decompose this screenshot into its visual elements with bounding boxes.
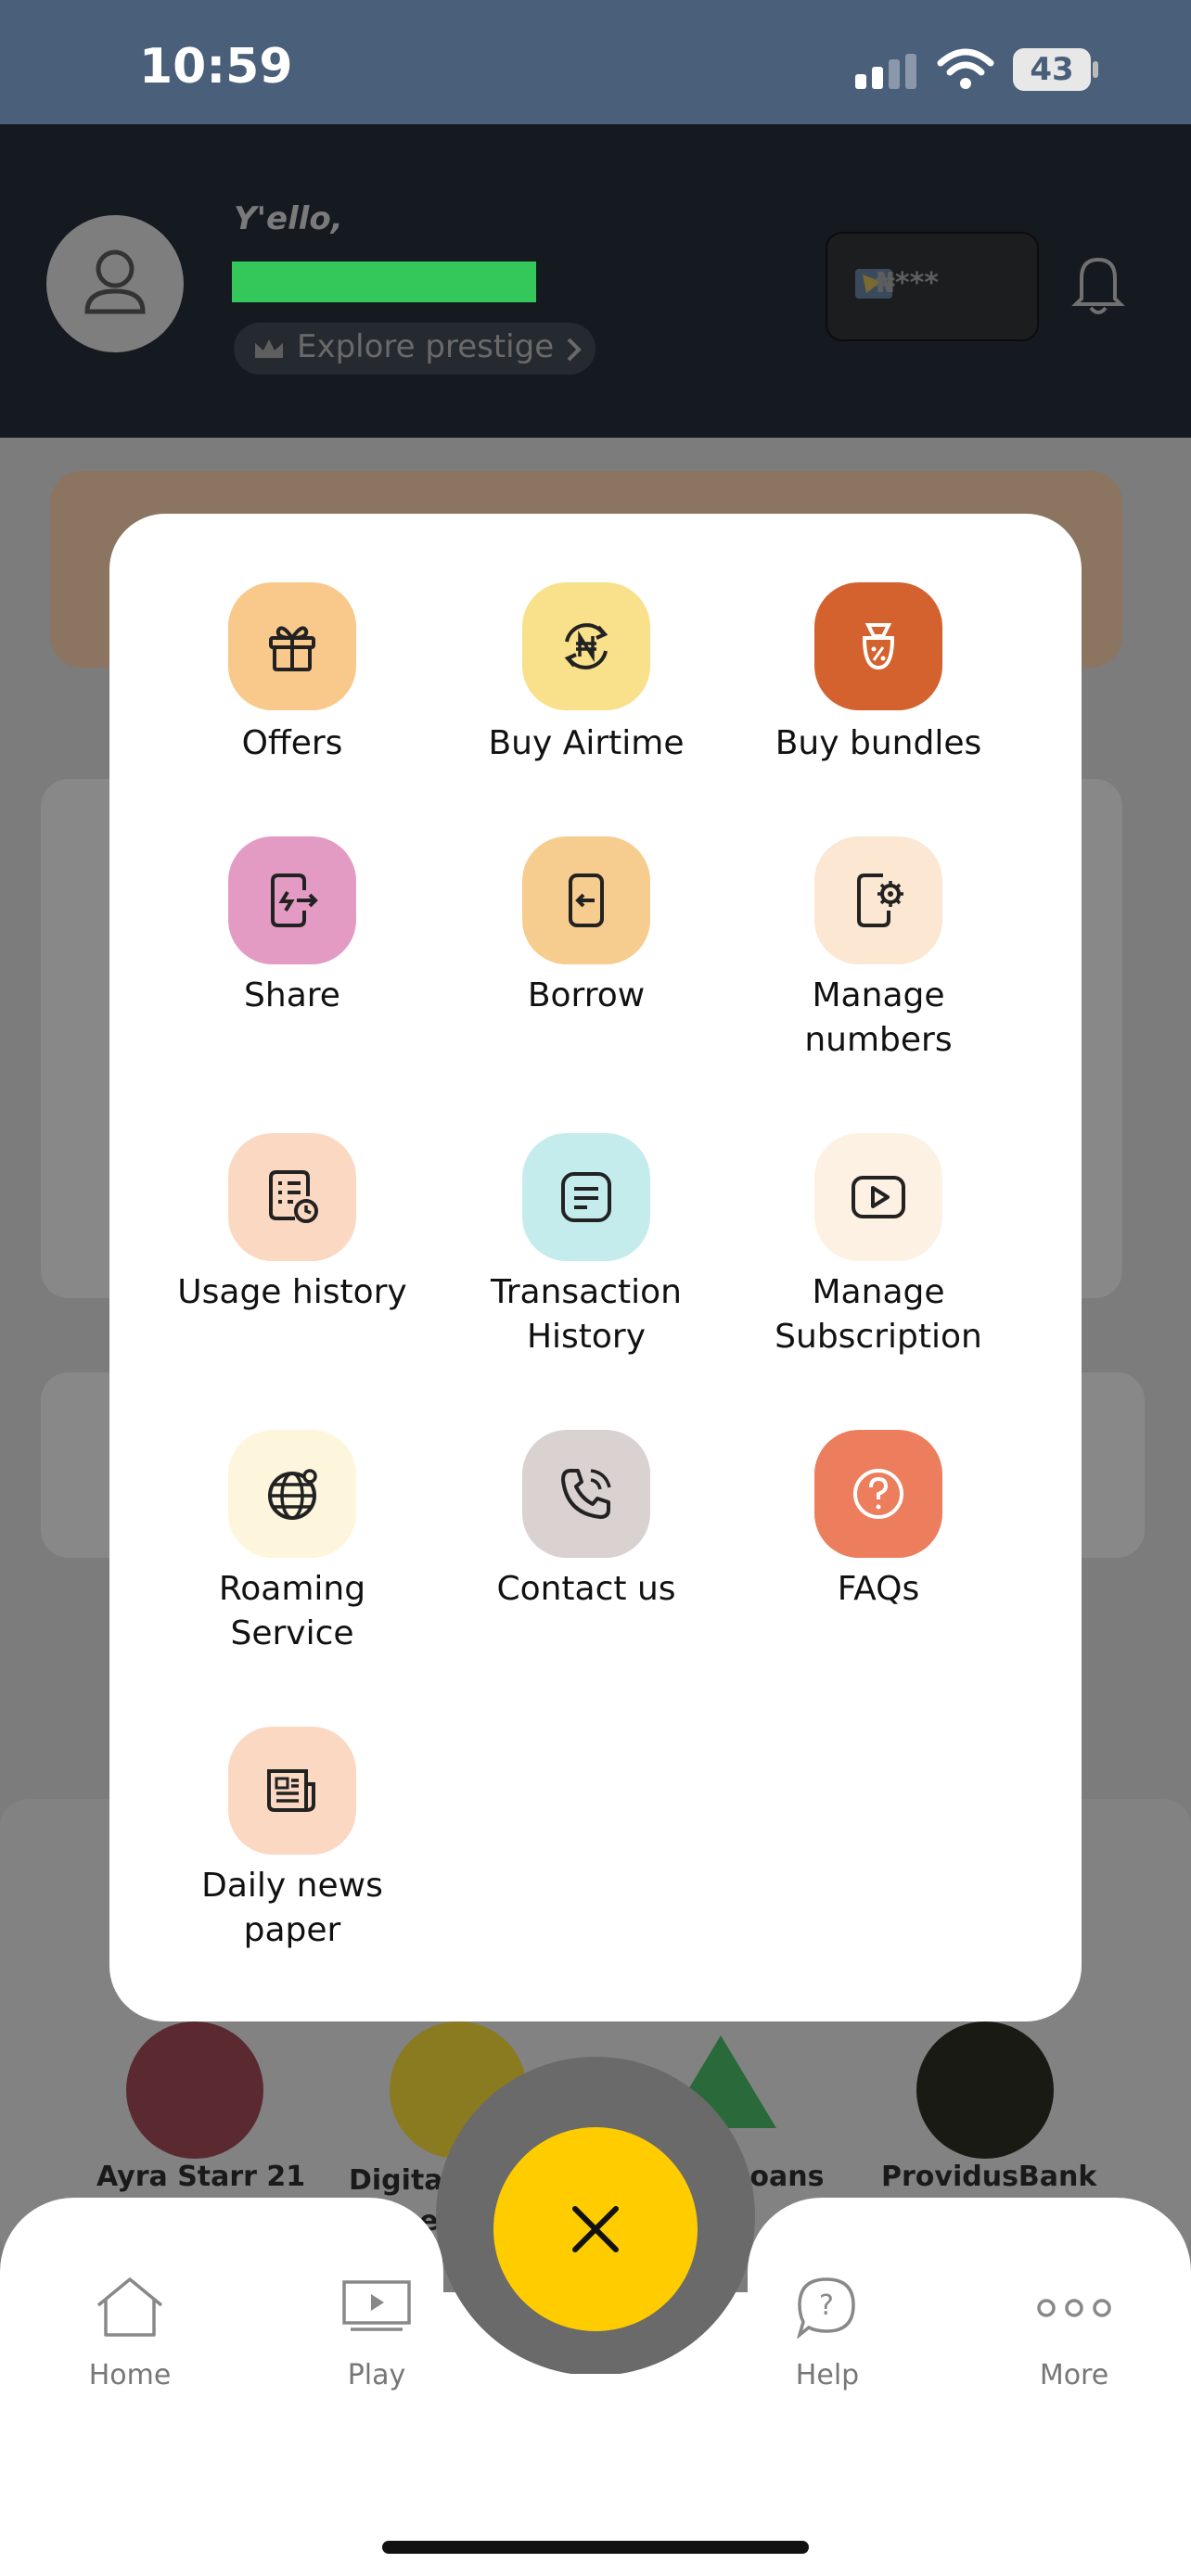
buy-bundles-tile[interactable] — [814, 582, 942, 710]
faqs-tile[interactable] — [814, 1430, 942, 1558]
question-icon — [853, 1469, 903, 1519]
manage-numbers-tile[interactable] — [814, 836, 942, 964]
borrow-label: Borrow — [527, 976, 646, 1014]
more-icon[interactable] — [1037, 2298, 1111, 2322]
nav-help-label[interactable]: Help — [735, 2359, 920, 2391]
daily-newspaper-tile[interactable] — [228, 1727, 356, 1855]
roaming-service-tile[interactable] — [228, 1430, 356, 1558]
contact-us-tile[interactable] — [522, 1430, 650, 1558]
usage-history-tile[interactable] — [228, 1133, 356, 1261]
offers-tile[interactable] — [228, 582, 356, 710]
crown-icon — [252, 336, 286, 367]
manage-subscription-tile[interactable] — [814, 1133, 942, 1261]
contact-us-label: Contact us — [496, 1570, 676, 1608]
offers-label: Offers — [241, 724, 343, 762]
user-icon — [84, 249, 146, 314]
battery-cap — [1093, 61, 1098, 78]
app-providus-icon — [916, 2021, 1054, 2159]
daily-newspaper-label: Daily news paper — [201, 1867, 383, 1949]
app-ayra-starr-icon — [126, 2021, 263, 2159]
svg-text:?: ? — [819, 2289, 834, 2322]
manage-numbers-label: Manage numbers — [804, 976, 953, 1059]
services-menu-modal: Offers Buy Airtime Buy bundles Share Bor… — [109, 514, 1082, 2021]
app-label: ProvidusBank — [881, 2161, 1097, 2193]
transaction-history-label: Transaction History — [491, 1273, 682, 1356]
nav-more-label[interactable]: More — [981, 2359, 1167, 2391]
borrow-icon — [569, 874, 604, 927]
wifi-icon — [937, 46, 994, 95]
bundle-bag-icon — [862, 623, 895, 670]
share-label: Share — [244, 976, 340, 1014]
buy-airtime-label: Buy Airtime — [488, 724, 685, 762]
nav-home-label[interactable]: Home — [37, 2359, 223, 2391]
share-phone-icon — [271, 874, 318, 927]
transaction-history-tile[interactable] — [522, 1133, 650, 1261]
manage-subscription-label: Manage Subscription — [775, 1273, 982, 1356]
gift-icon — [269, 626, 315, 671]
user-name-redacted — [232, 261, 536, 302]
prestige-label: Explore prestige — [297, 328, 555, 365]
signal-icon — [855, 54, 920, 95]
naira-refresh-icon — [564, 623, 608, 670]
usage-history-label: Usage history — [177, 1273, 407, 1311]
newspaper-icon — [267, 1769, 315, 1813]
nav-play-label[interactable]: Play — [284, 2359, 469, 2391]
close-menu-button[interactable] — [493, 2127, 698, 2331]
faqs-label: FAQs — [837, 1570, 920, 1608]
bell-icon[interactable] — [1070, 249, 1126, 323]
chevron-right-icon — [564, 336, 584, 367]
close-icon — [572, 2206, 619, 2252]
app-label: Ayra Starr 21 — [96, 2161, 306, 2193]
play-icon[interactable] — [341, 2279, 412, 2337]
usage-history-icon — [269, 1170, 318, 1223]
status-time: 10:59 — [139, 39, 293, 95]
share-tile[interactable] — [228, 836, 356, 964]
avatar[interactable] — [46, 215, 184, 352]
wallet-balance: ₦*** — [876, 267, 939, 300]
battery-indicator: 43 — [1013, 48, 1091, 91]
home-indicator — [382, 2541, 809, 2554]
home-icon[interactable] — [93, 2274, 167, 2344]
phone-call-icon — [561, 1469, 611, 1519]
buy-airtime-tile[interactable] — [522, 582, 650, 710]
globe-icon — [268, 1469, 317, 1520]
greeting: Y'ello, — [234, 200, 343, 237]
transaction-icon — [561, 1172, 611, 1222]
borrow-tile[interactable] — [522, 836, 650, 964]
roaming-service-label: Roaming Service — [218, 1570, 366, 1652]
buy-bundles-label: Buy bundles — [775, 724, 982, 762]
phone-settings-icon — [857, 874, 903, 927]
play-box-icon — [852, 1176, 905, 1218]
help-icon[interactable]: ? — [796, 2276, 857, 2342]
